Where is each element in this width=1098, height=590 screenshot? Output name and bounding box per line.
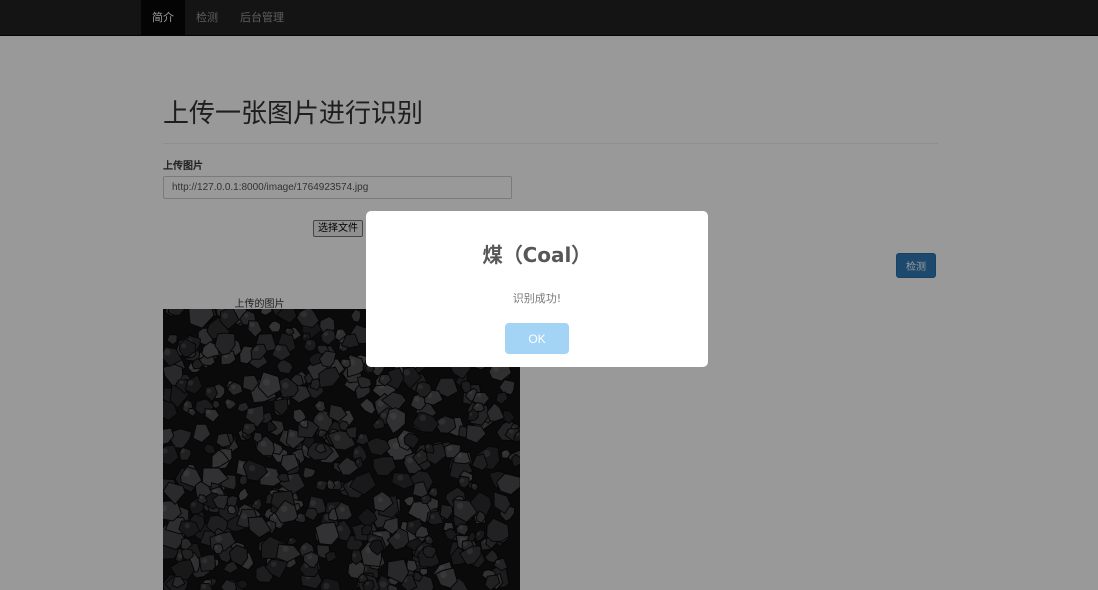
ok-button[interactable]: OK xyxy=(505,323,569,354)
result-message: 识别成功! xyxy=(512,292,562,305)
result-dialog: 煤（Coal） 识别成功! OK xyxy=(366,211,708,367)
result-title: 煤（Coal） xyxy=(482,243,592,267)
